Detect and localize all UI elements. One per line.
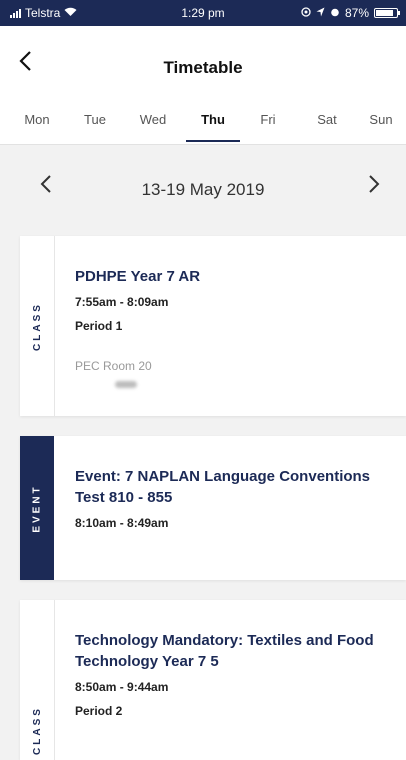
chevron-right-icon <box>369 175 380 193</box>
tab-wed[interactable]: Wed <box>128 112 178 127</box>
timetable-item-class[interactable]: CLASS PDHPE Year 7 AR 7:55am - 8:09am Pe… <box>20 236 406 416</box>
tab-sat[interactable]: Sat <box>302 112 352 127</box>
page-title: Timetable <box>163 58 243 77</box>
battery-fill <box>376 10 393 16</box>
item-period: Period 1 <box>75 319 123 333</box>
item-type-strip: CLASS <box>20 236 55 416</box>
timetable-item-event[interactable]: EVENT Event: 7 NAPLAN Language Conventio… <box>20 436 406 580</box>
item-details: Technology Mandatory: Textiles and Food … <box>75 600 392 718</box>
item-title: Technology Mandatory: Textiles and Food … <box>75 632 374 670</box>
tab-fri[interactable]: Fri <box>243 112 293 127</box>
item-type-strip: EVENT <box>20 436 54 580</box>
status-bar: Telstra 1:29 pm 87% <box>0 0 406 26</box>
next-week-button[interactable] <box>368 174 380 200</box>
item-details: PDHPE Year 7 AR 7:55am - 8:09am Period 1… <box>75 236 392 388</box>
tab-mon[interactable]: Mon <box>12 112 62 127</box>
item-type-label: CLASS <box>31 301 43 351</box>
item-time: 8:50am - 9:44am <box>75 680 169 694</box>
tab-tue[interactable]: Tue <box>70 112 120 127</box>
battery-icon <box>374 8 400 18</box>
active-tab-indicator <box>186 140 240 142</box>
item-details: Event: 7 NAPLAN Language Conventions Tes… <box>75 436 392 530</box>
location-icon <box>316 6 325 20</box>
item-title: PDHPE Year 7 AR <box>75 268 201 285</box>
day-tabs: Mon Tue Wed Thu Fri Sat Sun <box>0 96 406 145</box>
item-time: 7:55am - 8:09am <box>75 295 169 309</box>
status-right: 87% <box>301 6 400 20</box>
item-type-label: EVENT <box>31 483 43 533</box>
week-range: 13-19 May 2019 <box>141 180 265 199</box>
lock-rotation-icon <box>301 6 311 20</box>
timetable-item-class[interactable]: CLASS Technology Mandatory: Textiles and… <box>20 600 406 760</box>
item-type-label: CLASS <box>31 705 43 755</box>
battery-percent: 87% <box>344 6 369 20</box>
item-type-strip: CLASS <box>20 600 55 760</box>
item-room: PEC Room 20 <box>75 359 152 373</box>
tab-thu[interactable]: Thu <box>188 112 238 127</box>
item-period: Period 2 <box>75 704 123 718</box>
item-time: 8:10am - 8:49am <box>75 516 169 530</box>
alarm-icon <box>330 6 340 20</box>
header: Timetable <box>0 26 406 96</box>
week-navigator: 13-19 May 2019 <box>0 168 406 212</box>
blurred-detail <box>115 381 137 388</box>
tab-sun[interactable]: Sun <box>356 112 406 127</box>
item-title: Event: 7 NAPLAN Language Conventions Tes… <box>75 468 371 506</box>
